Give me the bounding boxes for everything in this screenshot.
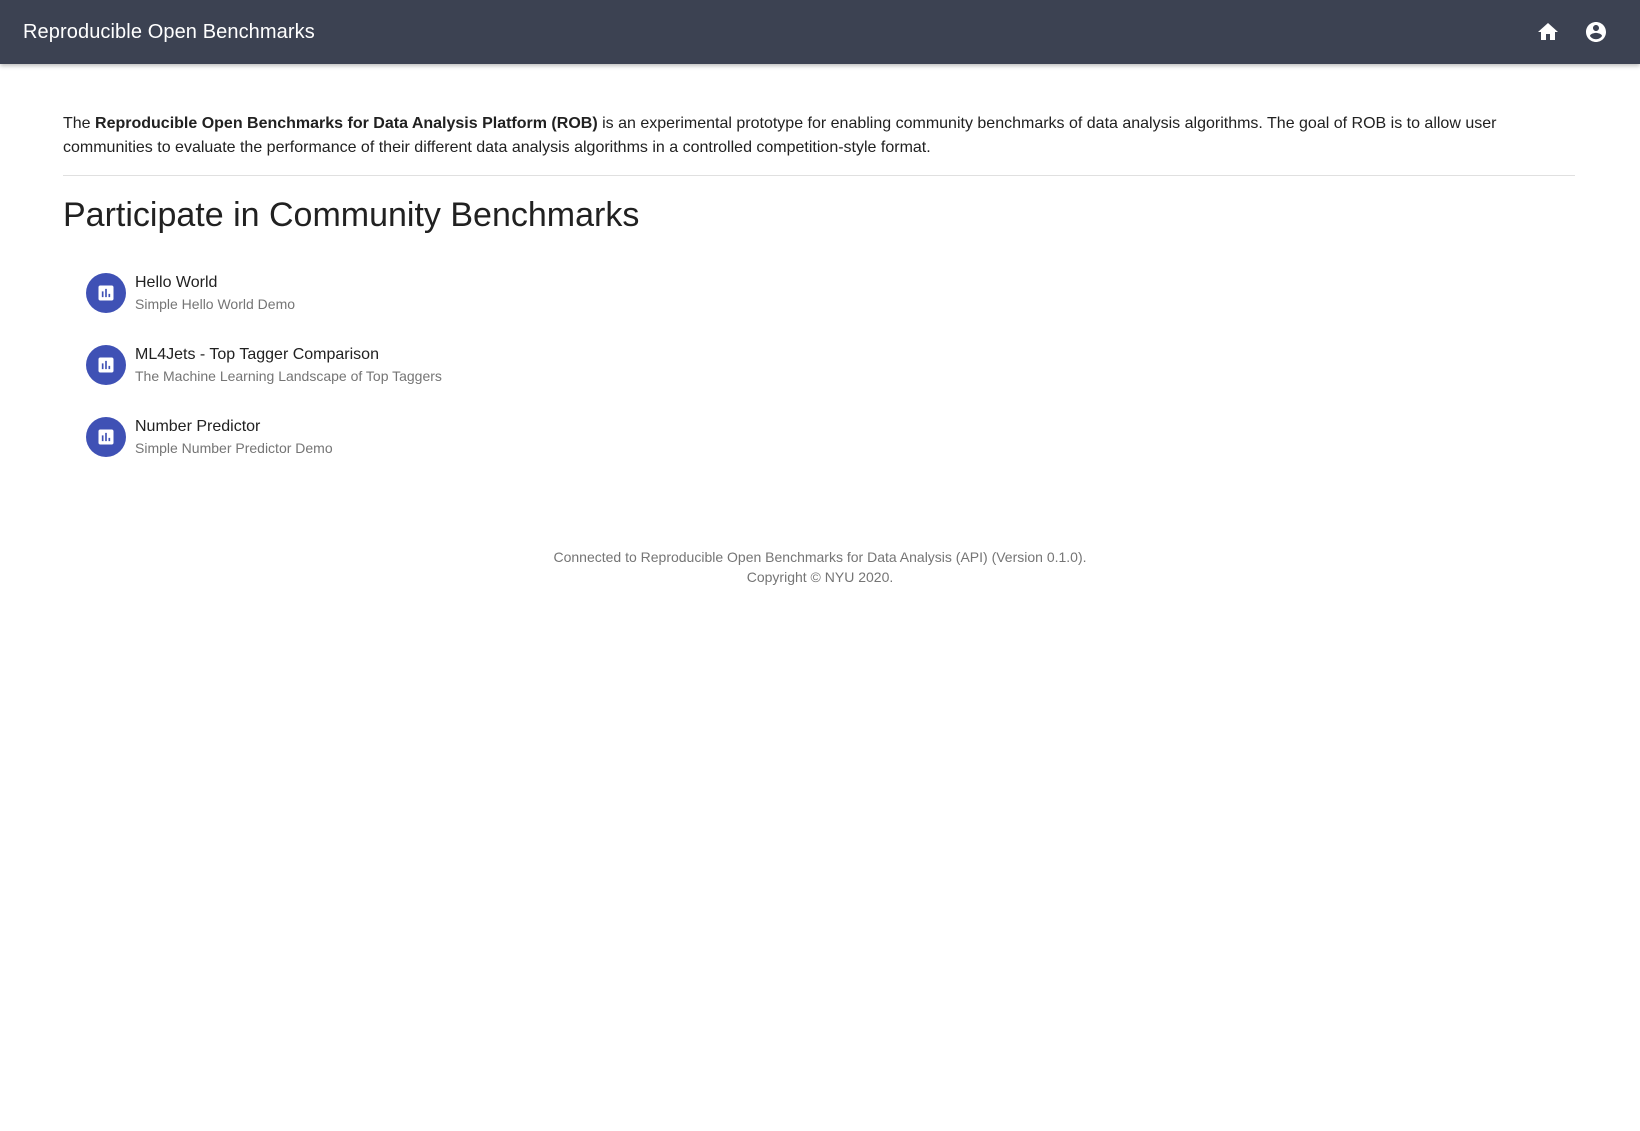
platform-name: Reproducible Open Benchmarks for Data An… xyxy=(95,115,598,132)
benchmark-text: Number Predictor Simple Number Predictor… xyxy=(135,416,333,458)
benchmark-title: Hello World xyxy=(135,274,218,291)
intro-prefix: The xyxy=(63,115,96,132)
benchmark-description: Simple Number Predictor Demo xyxy=(135,440,333,456)
benchmark-item-ml4jets[interactable]: ML4Jets - Top Tagger Comparison The Mach… xyxy=(63,337,1575,393)
benchmark-item-hello-world[interactable]: Hello World Simple Hello World Demo xyxy=(63,265,1575,321)
benchmark-text: Hello World Simple Hello World Demo xyxy=(135,272,295,314)
account-circle-icon xyxy=(1586,22,1606,42)
bar-chart-icon xyxy=(98,429,114,445)
main-content: The Reproducible Open Benchmarks for Dat… xyxy=(63,64,1575,481)
benchmark-text: ML4Jets - Top Tagger Comparison The Mach… xyxy=(135,344,442,386)
bar-chart-icon xyxy=(98,357,114,373)
benchmark-description: Simple Hello World Demo xyxy=(135,296,296,312)
bar-chart-icon xyxy=(98,285,114,301)
benchmark-avatar xyxy=(86,273,126,313)
intro-paragraph: The Reproducible Open Benchmarks for Dat… xyxy=(63,112,1575,160)
copyright-text: Copyright © NYU 2020. xyxy=(746,569,894,585)
benchmark-title: Number Predictor xyxy=(135,418,261,435)
benchmark-description: The Machine Learning Landscape of Top Ta… xyxy=(135,368,442,384)
app-bar: Reproducible Open Benchmarks xyxy=(0,0,1640,64)
home-button[interactable] xyxy=(1528,12,1568,52)
benchmark-list: Hello World Simple Hello World Demo ML4J… xyxy=(63,265,1575,465)
benchmark-title: ML4Jets - Top Tagger Comparison xyxy=(135,346,379,363)
footer: Connected to Reproducible Open Benchmark… xyxy=(0,547,1640,587)
divider xyxy=(63,175,1575,176)
home-icon xyxy=(1538,23,1558,40)
benchmark-item-number-predictor[interactable]: Number Predictor Simple Number Predictor… xyxy=(63,409,1575,465)
api-connection-text: Connected to Reproducible Open Benchmark… xyxy=(553,549,1087,565)
benchmark-avatar xyxy=(86,345,126,385)
account-button[interactable] xyxy=(1576,12,1616,52)
app-title[interactable]: Reproducible Open Benchmarks xyxy=(23,21,1520,44)
section-title: Participate in Community Benchmarks xyxy=(63,196,640,234)
benchmark-avatar xyxy=(86,417,126,457)
